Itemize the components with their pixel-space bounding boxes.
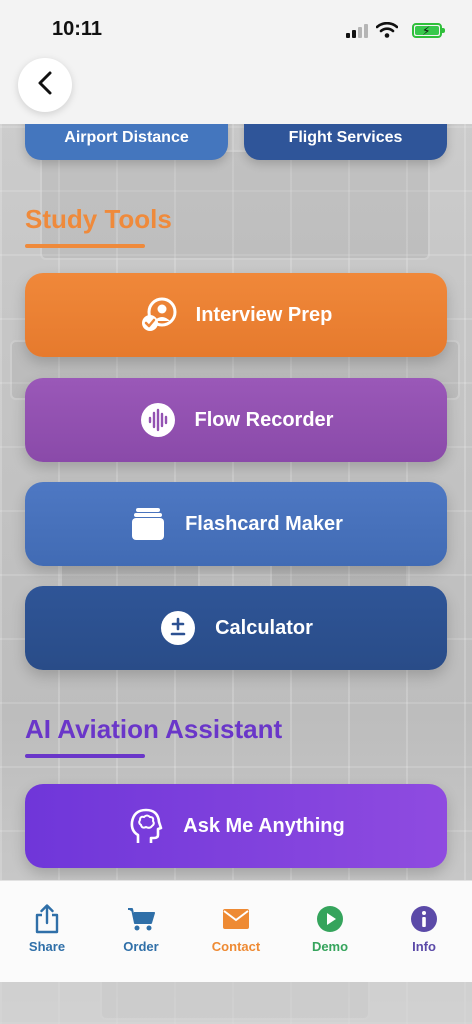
tab-contact-label: Contact bbox=[211, 939, 261, 954]
tab-info-label: Info bbox=[412, 939, 436, 954]
flow-recorder-label: Flow Recorder bbox=[194, 408, 334, 431]
flashcard-maker-button[interactable]: Flashcard Maker bbox=[25, 482, 447, 566]
tab-demo[interactable]: Demo bbox=[290, 905, 370, 954]
flow-recorder-button[interactable]: Flow Recorder bbox=[25, 378, 447, 462]
ask-me-anything-button[interactable]: Ask Me Anything bbox=[25, 784, 447, 868]
ai-assistant-title: AI Aviation Assistant bbox=[25, 714, 283, 744]
battery-charging-icon: ⚡ bbox=[412, 23, 445, 38]
study-tools-title: Study Tools bbox=[25, 204, 172, 234]
back-button[interactable] bbox=[18, 58, 72, 112]
calculator-label: Calculator bbox=[215, 616, 313, 639]
tab-info[interactable]: Info bbox=[384, 905, 464, 954]
ask-me-anything-label: Ask Me Anything bbox=[183, 814, 345, 837]
tab-share[interactable]: Share bbox=[7, 904, 87, 954]
brain-icon bbox=[127, 807, 165, 845]
flight-services-button[interactable]: Flight Services bbox=[244, 124, 447, 160]
cellular-signal-icon bbox=[346, 24, 368, 38]
chevron-left-icon bbox=[36, 70, 54, 101]
home-indicator-area bbox=[0, 982, 472, 1024]
share-icon bbox=[33, 904, 61, 934]
study-tools-underline bbox=[25, 244, 145, 248]
cart-icon bbox=[127, 905, 155, 933]
wifi-icon bbox=[375, 21, 399, 38]
tab-demo-label: Demo bbox=[311, 939, 349, 954]
flashcards-icon bbox=[129, 505, 167, 543]
play-icon bbox=[316, 905, 344, 933]
interview-prep-button[interactable]: Interview Prep bbox=[25, 273, 447, 357]
waveform-icon bbox=[139, 401, 177, 439]
tab-order-label: Order bbox=[123, 939, 159, 954]
interview-icon bbox=[140, 296, 178, 334]
plus-minus-icon bbox=[159, 609, 197, 647]
header bbox=[0, 58, 472, 124]
tab-share-label: Share bbox=[28, 939, 66, 954]
ai-assistant-underline bbox=[25, 754, 145, 758]
tab-bar: Share Order Contact Demo Info bbox=[0, 880, 472, 982]
info-icon bbox=[410, 905, 438, 933]
calculator-button[interactable]: Calculator bbox=[25, 586, 447, 670]
flashcard-maker-label: Flashcard Maker bbox=[185, 512, 343, 535]
tab-contact[interactable]: Contact bbox=[196, 905, 276, 954]
tab-order[interactable]: Order bbox=[101, 905, 181, 954]
airport-distance-button[interactable]: Airport Distance bbox=[25, 124, 228, 160]
status-bar: 10:11 ⚡ bbox=[0, 0, 472, 64]
scroll-content[interactable]: Airport Distance Flight Services Study T… bbox=[0, 124, 472, 880]
envelope-icon bbox=[222, 905, 250, 933]
interview-prep-label: Interview Prep bbox=[195, 303, 333, 326]
status-time: 10:11 bbox=[52, 18, 103, 40]
